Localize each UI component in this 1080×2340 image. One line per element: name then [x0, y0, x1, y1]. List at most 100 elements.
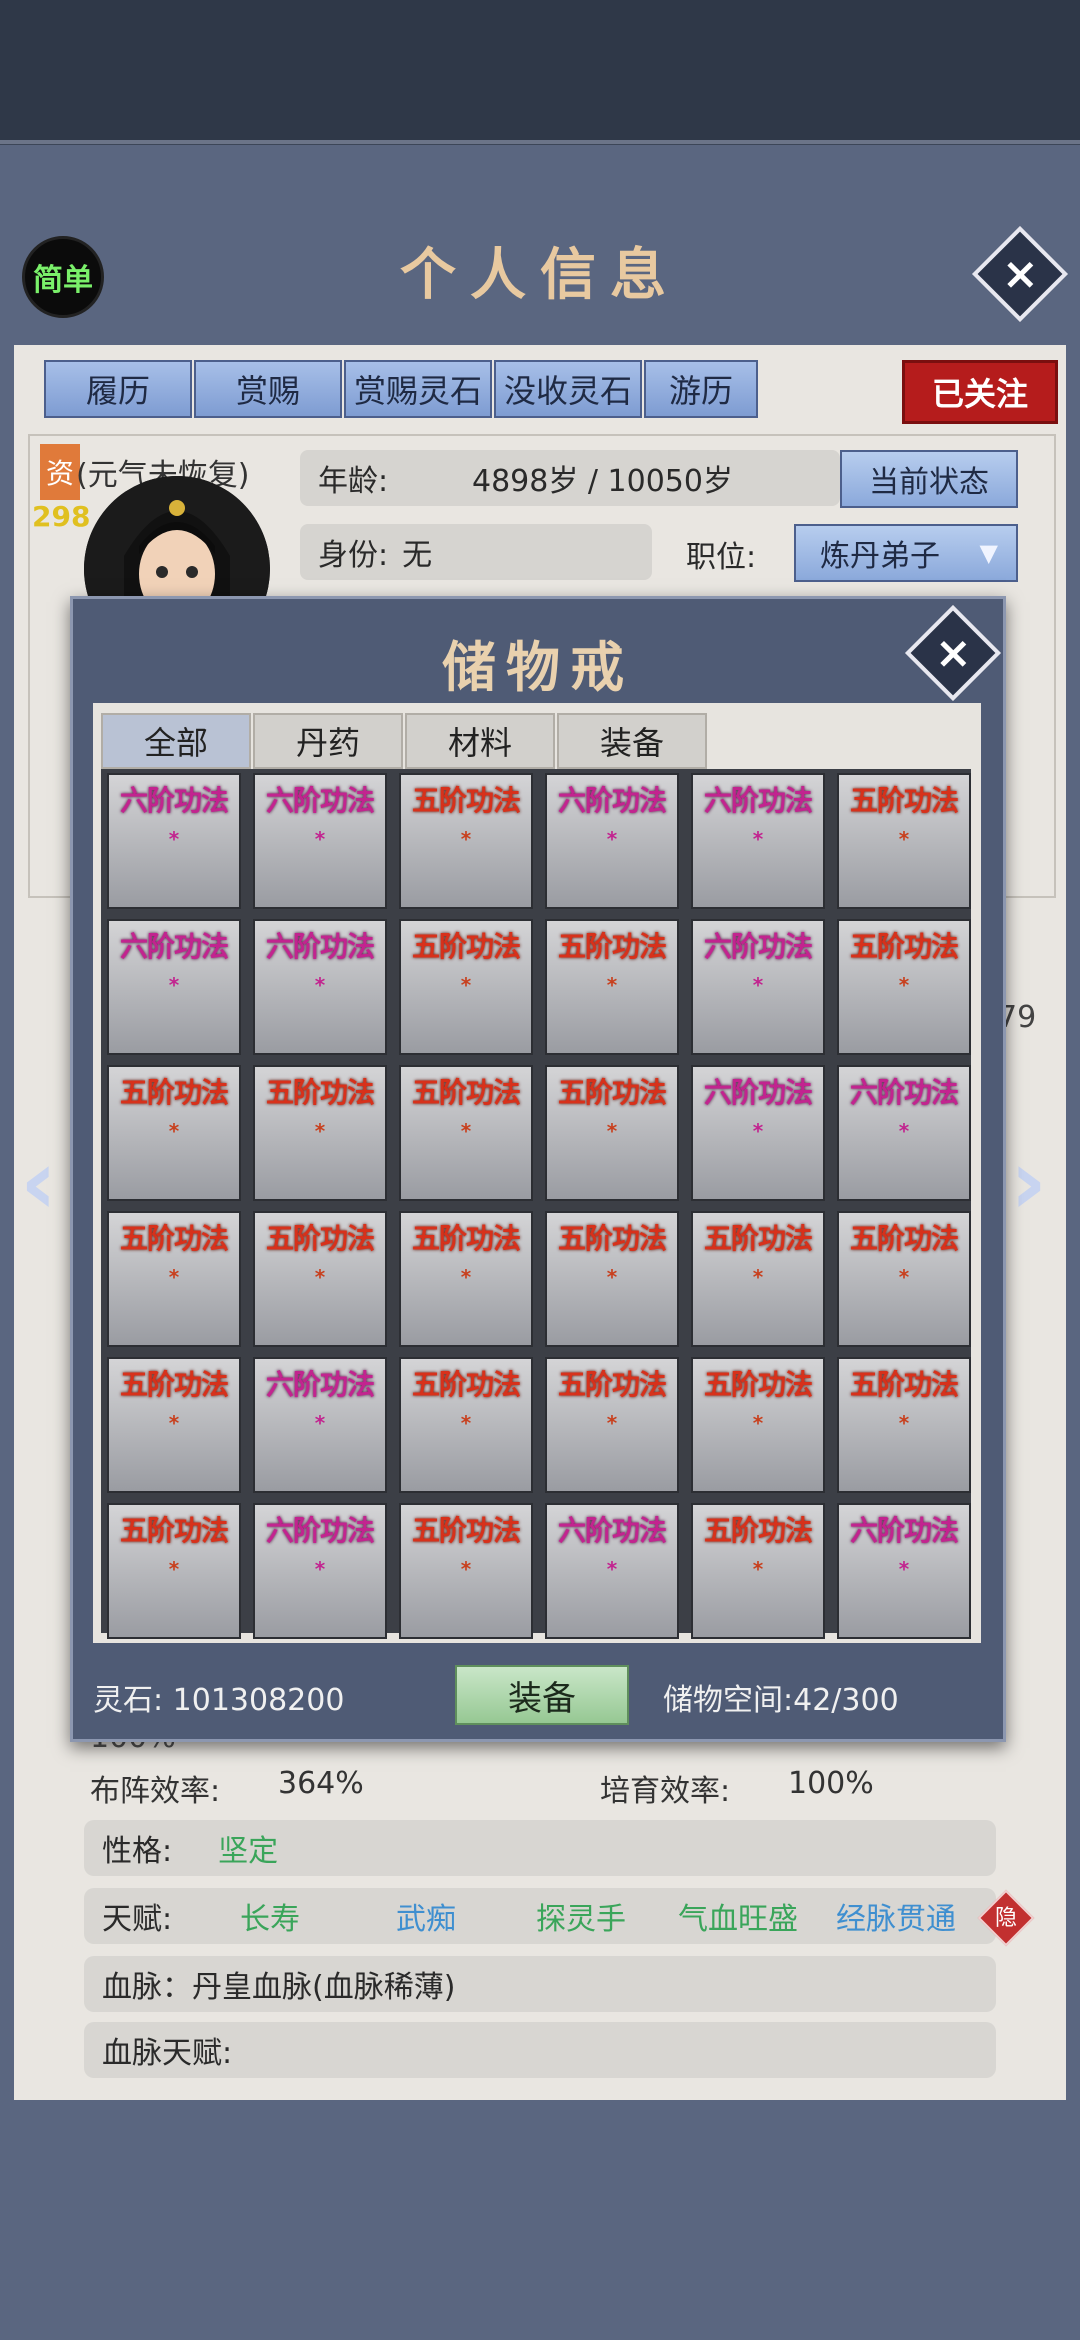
inventory-slot[interactable]: 六阶功法 *: [545, 1503, 679, 1639]
inventory-slot[interactable]: 五阶功法 *: [399, 919, 533, 1055]
item-star-icon: *: [460, 1411, 472, 1435]
formation-label: 布阵效率:: [90, 1774, 221, 1809]
item-star-icon: *: [752, 1265, 764, 1289]
inventory-slot[interactable]: 五阶功法 *: [691, 1357, 825, 1493]
item-star-icon: *: [606, 1265, 618, 1289]
inventory-slot[interactable]: 六阶功法 *: [691, 1065, 825, 1201]
item-star-icon: *: [314, 1265, 326, 1289]
item-name: 五阶功法: [265, 1076, 375, 1109]
inventory-slot[interactable]: 五阶功法 *: [399, 1357, 533, 1493]
identity-row: 身份: 无: [300, 524, 652, 580]
prev-arrow-icon[interactable]: ‹: [20, 1130, 57, 1235]
inventory-slot[interactable]: 五阶功法 *: [545, 919, 679, 1055]
inventory-slot[interactable]: 五阶功法 *: [107, 1503, 241, 1639]
storage-ring-dialog: 储物戒 × 全部 丹药 材料 装备 六阶功法 * 六阶功法 * 五阶功法 * 六阶功法 * 六阶…: [70, 596, 1006, 1742]
item-name: 六阶功法: [119, 784, 229, 817]
page-title: 个人信息: [400, 242, 680, 308]
inventory-slot[interactable]: 五阶功法 *: [399, 1065, 533, 1201]
inventory-slot[interactable]: 五阶功法 *: [399, 1211, 533, 1347]
item-star-icon: *: [168, 1557, 180, 1581]
spirit-stone-label: 灵石:: [93, 1683, 164, 1718]
item-star-icon: *: [314, 1557, 326, 1581]
inventory-slot[interactable]: 五阶功法 *: [253, 1211, 387, 1347]
inventory-slot[interactable]: 六阶功法 *: [691, 919, 825, 1055]
item-star-icon: *: [606, 827, 618, 851]
inventory-slot[interactable]: 六阶功法 *: [253, 773, 387, 909]
position-select[interactable]: 炼丹弟子 ▼: [794, 524, 1018, 582]
item-name: 六阶功法: [849, 1076, 959, 1109]
inventory-slot[interactable]: 五阶功法 *: [545, 1065, 679, 1201]
tab-reward-stone[interactable]: 赏赐灵石: [344, 360, 492, 418]
inventory-slot[interactable]: 五阶功法 *: [545, 1357, 679, 1493]
inventory-slot[interactable]: 五阶功法 *: [691, 1503, 825, 1639]
bloodline-talent-label: 血脉天赋:: [102, 2036, 233, 2071]
talent-spirit-hand[interactable]: 探灵手: [536, 1894, 626, 1938]
tab-reward[interactable]: 赏赐: [194, 360, 342, 418]
equip-button[interactable]: 装备: [455, 1665, 629, 1725]
talent-martial[interactable]: 武痴: [396, 1894, 456, 1938]
ring-tab-all[interactable]: 全部: [101, 713, 251, 769]
tab-travel[interactable]: 游历: [644, 360, 758, 418]
item-name: 五阶功法: [265, 1222, 375, 1255]
inventory-slot[interactable]: 六阶功法 *: [107, 773, 241, 909]
inventory-slot[interactable]: 六阶功法 *: [545, 773, 679, 909]
item-star-icon: *: [460, 1265, 472, 1289]
inventory-slot[interactable]: 五阶功法 *: [837, 1211, 971, 1347]
inventory-slot[interactable]: 五阶功法 *: [107, 1065, 241, 1201]
inventory-slot[interactable]: 五阶功法 *: [545, 1211, 679, 1347]
item-star-icon: *: [752, 1411, 764, 1435]
ring-tab-materials[interactable]: 材料: [405, 713, 555, 769]
inventory-slot[interactable]: 六阶功法 *: [253, 919, 387, 1055]
ring-tab-equipment[interactable]: 装备: [557, 713, 707, 769]
tab-history[interactable]: 履历: [44, 360, 192, 418]
talent-vitality[interactable]: 气血旺盛: [678, 1894, 798, 1938]
inventory-slot[interactable]: 五阶功法 *: [107, 1211, 241, 1347]
item-grid: 六阶功法 * 六阶功法 * 五阶功法 * 六阶功法 * 六阶功法 * 五阶功法 * 六阶功法 * 六阶功法 *…: [101, 769, 971, 1639]
inventory-slot[interactable]: 六阶功法 *: [691, 773, 825, 909]
age-label: 年龄:: [318, 464, 389, 499]
identity-label: 身份:: [318, 538, 389, 573]
tab-confiscate-stone[interactable]: 没收灵石: [494, 360, 642, 418]
cultivate-label: 培育效率:: [600, 1774, 731, 1809]
talent-meridian[interactable]: 经脉贯通: [836, 1894, 956, 1938]
inventory-slot[interactable]: 六阶功法 *: [107, 919, 241, 1055]
top-status-area: [0, 0, 1080, 144]
inventory-slot[interactable]: 六阶功法 *: [253, 1503, 387, 1639]
inventory-slot[interactable]: 六阶功法 *: [837, 1065, 971, 1201]
inventory-slot[interactable]: 五阶功法 *: [837, 1357, 971, 1493]
storage-ring-title: 储物戒: [442, 635, 634, 699]
inventory-slot[interactable]: 五阶功法 *: [107, 1357, 241, 1493]
inventory-slot[interactable]: 五阶功法 *: [399, 773, 533, 909]
identity-value: 无: [402, 538, 433, 573]
item-star-icon: *: [460, 827, 472, 851]
inventory-slot[interactable]: 五阶功法 *: [253, 1065, 387, 1201]
inventory-slot[interactable]: 六阶功法 *: [837, 1503, 971, 1639]
storage-space-info: 储物空间:42/300: [663, 1675, 899, 1719]
inventory-slot[interactable]: 五阶功法 *: [837, 919, 971, 1055]
item-name: 五阶功法: [119, 1514, 229, 1547]
bloodline-row: 血脉：丹皇血脉(血脉稀薄): [84, 1956, 996, 2012]
inventory-slot[interactable]: 六阶功法 *: [253, 1357, 387, 1493]
follow-button[interactable]: 已关注: [902, 360, 1058, 424]
item-name: 五阶功法: [411, 1514, 521, 1547]
item-name: 五阶功法: [411, 1368, 521, 1401]
inventory-slot[interactable]: 五阶功法 *: [399, 1503, 533, 1639]
inventory-slot[interactable]: 五阶功法 *: [691, 1211, 825, 1347]
talent-longevity[interactable]: 长寿: [240, 1894, 300, 1938]
bloodline-talent-row: 血脉天赋:: [84, 2022, 996, 2078]
age-value: 4898岁 / 10050岁: [472, 464, 733, 499]
age-row: 年龄: 4898岁 / 10050岁: [300, 450, 840, 506]
item-star-icon: *: [168, 1265, 180, 1289]
item-name: 五阶功法: [557, 1222, 667, 1255]
item-name: 五阶功法: [411, 1222, 521, 1255]
current-state-button[interactable]: 当前状态: [840, 450, 1018, 508]
item-star-icon: *: [460, 973, 472, 997]
storage-space-label: 储物空间:: [663, 1683, 794, 1718]
talent-tag: 资: [40, 444, 80, 500]
inventory-slot[interactable]: 五阶功法 *: [837, 773, 971, 909]
item-name: 六阶功法: [703, 784, 813, 817]
item-name: 五阶功法: [849, 1368, 959, 1401]
next-arrow-icon[interactable]: ›: [1010, 1130, 1047, 1235]
ring-tab-pills[interactable]: 丹药: [253, 713, 403, 769]
close-icon: ×: [1001, 248, 1039, 299]
